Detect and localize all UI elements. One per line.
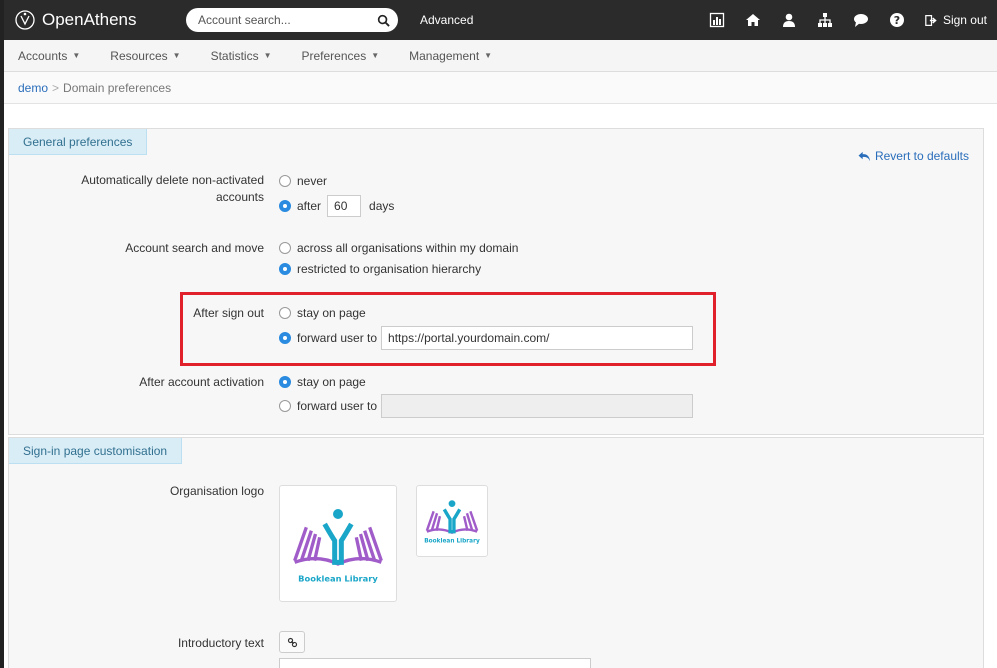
restricted-label: restricted to organisation hierarchy xyxy=(297,262,482,276)
chevron-down-icon: ▼ xyxy=(172,51,181,60)
undo-icon xyxy=(858,151,870,161)
menu-statistics[interactable]: Statistics ▼ xyxy=(211,49,272,63)
activation-forward-option[interactable]: forward user to xyxy=(279,394,694,418)
after-signout-label: After sign out xyxy=(193,306,264,320)
user-icon[interactable] xyxy=(781,12,797,28)
after-activation-label: After account activation xyxy=(139,375,264,389)
menu-management[interactable]: Management ▼ xyxy=(409,49,492,63)
general-preferences-tab[interactable]: General preferences xyxy=(9,129,148,155)
advanced-search-link[interactable]: Advanced xyxy=(420,13,473,27)
sign-out-icon xyxy=(925,14,937,26)
search-restricted-option[interactable]: restricted to organisation hierarchy xyxy=(279,262,481,276)
chat-icon[interactable] xyxy=(853,12,869,28)
chevron-down-icon: ▼ xyxy=(484,51,493,60)
sign-out-label: Sign out xyxy=(942,13,987,27)
home-icon[interactable] xyxy=(745,12,761,28)
menu-resources-label: Resources xyxy=(110,48,168,63)
brand-logo[interactable]: OpenAthens xyxy=(14,9,174,31)
chevron-down-icon: ▼ xyxy=(72,51,81,60)
breadcrumb-root-link[interactable]: demo xyxy=(18,81,48,95)
search-placeholder: Account search... xyxy=(198,13,291,27)
activation-forward-label: forward user to xyxy=(297,399,378,413)
breadcrumb-separator: > xyxy=(52,80,60,95)
logo-caption-small: Booklean Library xyxy=(424,539,480,545)
auto-delete-label: Automatically delete non-activated accou… xyxy=(44,172,264,206)
search-all-option[interactable]: across all organisations within my domai… xyxy=(279,241,518,255)
signin-customisation-panel: Sign-in page customisation xyxy=(8,437,984,668)
stats-icon[interactable] xyxy=(709,12,725,28)
chevron-down-icon: ▼ xyxy=(263,51,272,60)
logo-caption-large: Booklean Library xyxy=(298,573,378,583)
radio-restricted[interactable] xyxy=(279,263,291,275)
radio-activation-stay[interactable] xyxy=(279,376,291,388)
all-organisations-label: across all organisations within my domai… xyxy=(297,241,519,255)
revert-label: Revert to defaults xyxy=(874,149,969,163)
link-icon xyxy=(287,637,297,647)
activation-forward-url-input[interactable] xyxy=(381,394,694,418)
help-icon[interactable]: ? xyxy=(889,12,905,28)
breadcrumb-current: Domain preferences xyxy=(63,80,172,95)
organisation-logo-large[interactable]: Booklean Library xyxy=(279,485,397,602)
auto-delete-label-line1: Automatically delete non-activated xyxy=(81,173,264,187)
signout-forward-url-input[interactable] xyxy=(381,326,694,350)
days-unit-label: days xyxy=(369,199,395,213)
radio-signout-stay[interactable] xyxy=(279,307,291,319)
menu-preferences-label: Preferences xyxy=(301,48,367,63)
search-icon[interactable] xyxy=(377,14,390,27)
booklean-library-logo-icon: Booklean Library xyxy=(293,508,383,583)
never-label: never xyxy=(297,174,328,188)
booklean-library-small-logo-icon: Booklean Library xyxy=(424,500,480,545)
breadcrumb: demo > Domain preferences xyxy=(4,72,997,104)
menu-statistics-label: Statistics xyxy=(210,48,259,63)
signout-forward-option[interactable]: forward user to xyxy=(279,326,694,350)
signout-stay-option[interactable]: stay on page xyxy=(279,306,366,320)
introductory-text-label: Introductory text xyxy=(177,636,264,650)
radio-signout-forward[interactable] xyxy=(279,332,291,344)
activation-stay-label: stay on page xyxy=(297,375,366,389)
svg-text:?: ? xyxy=(894,14,900,27)
radio-after[interactable] xyxy=(279,200,291,212)
radio-all-organisations[interactable] xyxy=(279,242,291,254)
days-input[interactable] xyxy=(327,195,362,217)
main-menu: Accounts ▼ Resources ▼ Statistics ▼ Prefere… xyxy=(4,40,997,72)
openathens-logo-icon xyxy=(15,10,35,30)
after-label: after xyxy=(297,199,322,213)
chevron-down-icon: ▼ xyxy=(371,51,380,60)
hierarchy-icon[interactable] xyxy=(817,12,833,28)
sign-out-button[interactable]: Sign out xyxy=(925,13,987,27)
signout-stay-label: stay on page xyxy=(297,306,366,320)
account-search-input[interactable]: Account search... xyxy=(186,8,398,32)
menu-accounts[interactable]: Accounts ▼ xyxy=(18,49,80,63)
menu-preferences[interactable]: Preferences ▼ xyxy=(302,49,380,63)
organisation-logo-small[interactable]: Booklean Library xyxy=(416,485,488,557)
page-frame: OpenAthens Account search... Advanced ? … xyxy=(0,0,997,668)
auto-delete-never-option[interactable]: never xyxy=(279,174,327,188)
menu-management-label: Management xyxy=(409,48,480,63)
signout-forward-label: forward user to xyxy=(297,331,378,345)
brand-name: OpenAthens xyxy=(42,10,137,29)
top-icon-bar: ? Sign out xyxy=(709,0,987,40)
radio-never[interactable] xyxy=(279,175,291,187)
activation-stay-option[interactable]: stay on page xyxy=(279,375,366,389)
search-move-label: Account search and move xyxy=(125,241,264,255)
top-navbar: OpenAthens Account search... Advanced ? … xyxy=(4,0,997,40)
menu-resources[interactable]: Resources ▼ xyxy=(110,49,180,63)
menu-accounts-label: Accounts xyxy=(18,48,68,63)
organisation-logo-label: Organisation logo xyxy=(169,484,264,498)
revert-to-defaults-link[interactable]: Revert to defaults xyxy=(858,149,969,163)
auto-delete-label-line2: accounts xyxy=(215,190,264,204)
signin-customisation-tab[interactable]: Sign-in page customisation xyxy=(9,438,183,464)
radio-activation-forward[interactable] xyxy=(279,400,291,412)
auto-delete-after-option[interactable]: after days xyxy=(279,195,394,217)
introductory-text-editor[interactable] xyxy=(279,658,591,668)
insert-link-button[interactable] xyxy=(279,631,305,653)
